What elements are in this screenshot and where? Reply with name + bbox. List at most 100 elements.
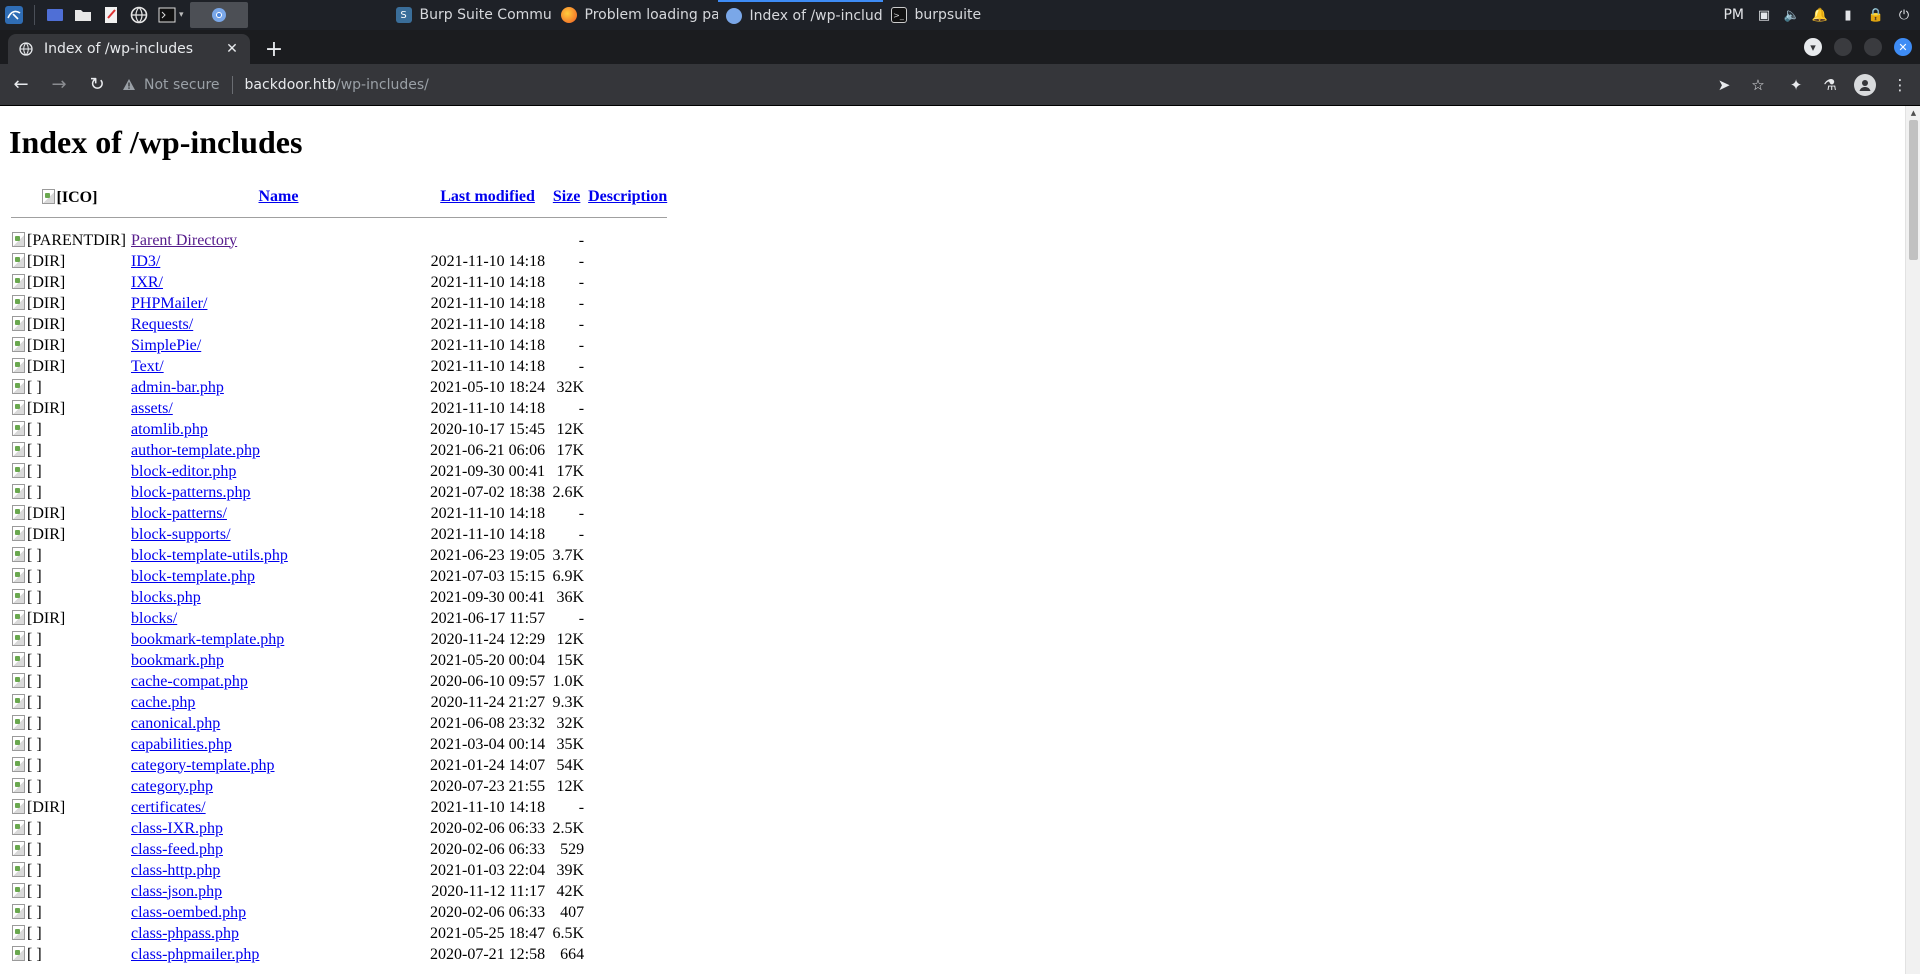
row-description [587, 336, 668, 355]
listing-header-row: [ICO] Name Last modified Size Descriptio… [10, 185, 668, 209]
kali-menu-icon[interactable] [0, 0, 28, 30]
row-name-link[interactable]: block-template.php [131, 568, 255, 585]
workspace-switcher[interactable] [189, 2, 248, 28]
file-manager-icon[interactable] [71, 3, 95, 27]
menu-kebab-icon[interactable]: ⋮ [1890, 75, 1910, 95]
row-size: 12K [556, 777, 585, 795]
row-name-link[interactable]: block-supports/ [131, 526, 231, 543]
sort-by-size-link[interactable]: Size [553, 188, 581, 205]
row-description [587, 294, 668, 313]
row-name-link[interactable]: Text/ [131, 358, 164, 375]
row-name-link[interactable]: category.php [131, 778, 213, 795]
scroll-up-icon[interactable]: ▲ [1906, 106, 1920, 120]
row-name-link[interactable]: block-patterns.php [131, 484, 251, 501]
new-tab-button[interactable]: + [260, 35, 288, 63]
taskbar-task-chromium[interactable]: Index of /wp-includes [717, 0, 883, 30]
row-name-link[interactable]: category-template.php [131, 757, 275, 774]
tab-search-icon[interactable]: ▾ [1804, 38, 1822, 56]
taskbar-task-firefox[interactable]: Problem loading page [553, 0, 718, 30]
row-name-link[interactable]: block-editor.php [131, 463, 236, 480]
extensions-puzzle-icon[interactable]: ✦ [1786, 75, 1806, 95]
row-name-link[interactable]: Requests/ [131, 316, 193, 333]
broken-image-icon [11, 840, 27, 856]
broken-image-icon [11, 903, 27, 919]
reload-button[interactable]: ↻ [80, 68, 114, 102]
taskbar-task-terminal[interactable]: >_ burpsuite [883, 0, 1003, 30]
row-name-link[interactable]: class-phpass.php [131, 925, 239, 942]
site-info[interactable]: Not secure [122, 77, 220, 93]
broken-image-icon [11, 399, 27, 415]
bookmark-star-icon[interactable]: ☆ [1748, 75, 1768, 95]
minimize-window-icon[interactable] [1834, 38, 1852, 56]
volume-icon[interactable]: 🔈 [1784, 7, 1800, 23]
row-name-link[interactable]: class-http.php [131, 862, 220, 879]
row-size: 36K [556, 588, 585, 606]
row-name-link[interactable]: ID3/ [131, 253, 160, 270]
page-title: Index of /wp-includes [9, 124, 303, 160]
row-name-link[interactable]: assets/ [131, 400, 173, 417]
profile-avatar-icon[interactable] [1854, 73, 1876, 96]
show-desktop-icon[interactable] [43, 3, 67, 27]
row-icon-cell: [ ] [10, 924, 128, 943]
row-name-link[interactable]: blocks/ [131, 610, 177, 627]
sort-by-description-link[interactable]: Description [588, 188, 667, 205]
row-name-link[interactable]: Parent Directory [131, 232, 237, 249]
tab-active[interactable]: Index of /wp-includes ✕ [8, 34, 250, 64]
row-size: 32K [556, 714, 585, 732]
row-name-link[interactable]: class-json.php [131, 883, 222, 900]
text-editor-icon[interactable] [99, 3, 123, 27]
send-tab-icon[interactable]: ➤ [1714, 75, 1734, 95]
row-name-link[interactable]: PHPMailer/ [131, 295, 207, 312]
row-name-link[interactable]: certificates/ [131, 799, 206, 816]
broken-image-icon [11, 924, 27, 940]
listing-row: [DIR] block-supports/2021-11-10 14:18 - [10, 525, 668, 544]
close-window-icon[interactable]: ✕ [1894, 38, 1912, 56]
power-icon[interactable]: ⏻ [1896, 7, 1912, 23]
sort-by-name-link[interactable]: Name [259, 188, 299, 205]
notification-bell-icon[interactable]: 🔔 [1812, 7, 1828, 23]
row-name-link[interactable]: class-IXR.php [131, 820, 223, 837]
forward-button[interactable]: → [42, 68, 76, 102]
row-name-link[interactable]: cache-compat.php [131, 673, 248, 690]
row-name-link[interactable]: author-template.php [131, 442, 260, 459]
tab-close-icon[interactable]: ✕ [224, 41, 240, 57]
sort-by-modified-link[interactable]: Last modified [440, 188, 535, 205]
row-name-link[interactable]: blocks.php [131, 589, 201, 606]
row-size: 32K [556, 378, 585, 396]
row-name-link[interactable]: admin-bar.php [131, 379, 224, 396]
chromium-icon [211, 8, 226, 22]
row-name-link[interactable]: capabilities.php [131, 736, 232, 753]
row-name-link[interactable]: atomlib.php [131, 421, 208, 438]
address-bar[interactable]: Not secure backdoor.htb/wp-includes/ [122, 68, 1714, 102]
scrollbar-thumb[interactable] [1909, 120, 1918, 260]
row-name-link[interactable]: IXR/ [131, 274, 163, 291]
terminal-launcher-icon[interactable] [155, 3, 179, 27]
row-description [587, 567, 668, 586]
broken-image-icon [11, 462, 27, 478]
row-name-cell: admin-bar.php [130, 378, 427, 397]
row-name-link[interactable]: canonical.php [131, 715, 220, 732]
row-name-link[interactable]: bookmark.php [131, 652, 224, 669]
row-description [587, 840, 668, 859]
row-icon-cell: [ ] [10, 420, 128, 439]
page-scrollbar[interactable]: ▲ [1905, 106, 1920, 974]
row-name-link[interactable]: cache.php [131, 694, 195, 711]
labs-flask-icon[interactable]: ⚗ [1820, 75, 1840, 95]
row-name-link[interactable]: class-oembed.php [131, 904, 246, 921]
clock[interactable]: PM [1723, 7, 1744, 23]
taskbar-task-0[interactable] [298, 0, 388, 30]
browser-launcher-icon[interactable] [127, 3, 151, 27]
launcher-dropdown-icon[interactable]: ▾ [179, 10, 184, 20]
row-name-link[interactable]: bookmark-template.php [131, 631, 284, 648]
taskbar-task-burp[interactable]: S Burp Suite Community E [388, 0, 553, 30]
row-name-link[interactable]: block-patterns/ [131, 505, 227, 522]
row-name-link[interactable]: class-feed.php [131, 841, 223, 858]
back-button[interactable]: ← [4, 68, 38, 102]
row-name-link[interactable]: block-template-utils.php [131, 547, 288, 564]
maximize-window-icon[interactable] [1864, 38, 1882, 56]
row-name-link[interactable]: class-phpmailer.php [131, 946, 259, 963]
row-name-link[interactable]: SimplePie/ [131, 337, 201, 354]
lock-icon[interactable]: 🔒 [1868, 7, 1884, 23]
display-icon[interactable]: ▣ [1756, 7, 1772, 23]
battery-icon[interactable]: ▮ [1840, 7, 1856, 23]
